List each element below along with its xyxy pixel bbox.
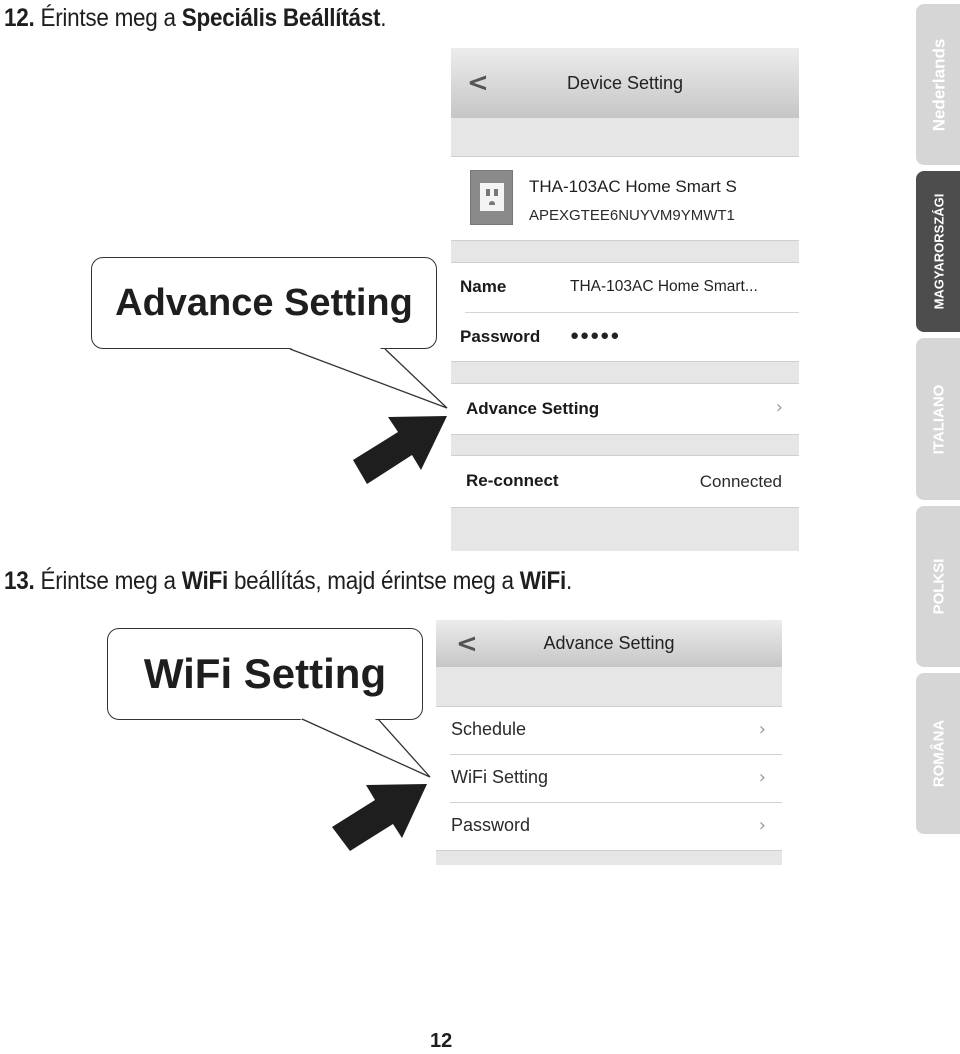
callout-text: WiFi Setting	[143, 650, 387, 697]
language-tab-magyarorszagi[interactable]: MAGYARORSZÁGI	[916, 171, 960, 332]
page-number: 12	[430, 1030, 453, 1052]
step-number: 12.	[4, 4, 35, 32]
step-text: Érintse meg a	[40, 4, 182, 32]
password-row[interactable]: Password ●●●●●	[451, 313, 799, 361]
advance-setting-callout: Advance Setting	[91, 257, 437, 349]
language-tab-label: POLKSI	[930, 558, 948, 615]
step-text: .	[380, 4, 387, 32]
power-outlet-icon	[470, 170, 513, 225]
section-spacer	[451, 240, 799, 263]
language-tab-label: ROMÂNA	[930, 719, 948, 788]
step-text: beállítás, majd érintse meg a	[227, 567, 520, 595]
chevron-right-icon: ›	[758, 815, 766, 836]
device-setting-screen: < Device Setting THA-103AC Home Smart S …	[451, 48, 799, 551]
name-value: THA-103AC Home Smart...	[570, 278, 758, 295]
advance-setting-screen: < Advance Setting Schedule › WiFi Settin…	[436, 620, 782, 865]
language-tab-label: ITALIANO	[930, 384, 948, 454]
schedule-row[interactable]: Schedule ›	[436, 707, 782, 755]
callout-text: Advance Setting	[115, 281, 413, 324]
chevron-right-icon: ›	[758, 767, 766, 788]
reconnect-label: Re-connect	[466, 471, 559, 490]
language-tab-romana[interactable]: ROMÂNA	[916, 673, 960, 834]
back-chevron-icon[interactable]: <	[467, 68, 489, 98]
screen-title: Advance Setting	[543, 633, 675, 653]
navigation-bar: < Advance Setting	[436, 620, 782, 667]
password-label: Password	[451, 815, 531, 835]
step-number: 13.	[4, 567, 35, 595]
wifi-setting-row[interactable]: WiFi Setting ›	[436, 755, 782, 803]
screen-title: Device Setting	[566, 72, 684, 93]
wifi-setting-callout: WiFi Setting	[107, 628, 423, 720]
arrow-pointer-icon	[353, 416, 447, 484]
password-row[interactable]: Password ›	[436, 803, 782, 851]
name-label: Name	[460, 277, 507, 296]
section-spacer	[451, 361, 799, 384]
chevron-right-icon: ›	[775, 397, 783, 418]
step-12-instruction: 12. Érintse meg a Speciális Beállítást.	[4, 4, 386, 33]
language-tab-polksi[interactable]: POLKSI	[916, 506, 960, 667]
step-13-instruction: 13. Érintse meg a WiFi beállítás, majd é…	[4, 567, 572, 596]
step-text-bold: WiFi	[519, 567, 566, 595]
reconnect-row[interactable]: Re-connect Connected	[451, 456, 799, 507]
arrow-pointer-icon	[332, 784, 427, 851]
password-label: Password	[460, 327, 541, 346]
language-tab-label: MAGYARORSZÁGI	[931, 193, 947, 310]
section-spacer	[451, 118, 799, 157]
section-spacer	[451, 507, 799, 551]
callout-tail	[300, 718, 431, 778]
language-tab-label: Nederlands	[929, 38, 948, 131]
device-info-row: THA-103AC Home Smart S APEXGTEE6NUYVM9YM…	[451, 157, 799, 240]
advance-setting-label: Advance Setting	[466, 399, 600, 418]
connection-status: Connected	[699, 472, 782, 491]
step-text-bold: Speciális Beállítást	[181, 4, 381, 32]
password-value: ●●●●●	[570, 327, 621, 344]
step-text-bold: WiFi	[181, 567, 228, 595]
advance-setting-row[interactable]: Advance Setting ›	[451, 384, 799, 434]
step-text: Érintse meg a	[40, 567, 182, 595]
device-id: APEXGTEE6NUYVM9YMWT1	[529, 207, 735, 224]
back-chevron-icon[interactable]: <	[456, 629, 478, 659]
schedule-label: Schedule	[451, 719, 527, 739]
step-text: .	[565, 567, 572, 595]
language-tab-italiano[interactable]: ITALIANO	[916, 338, 960, 500]
name-row[interactable]: Name THA-103AC Home Smart...	[451, 263, 799, 312]
section-spacer	[436, 850, 782, 865]
language-tab-nederlands[interactable]: Nederlands	[916, 4, 960, 165]
section-spacer	[451, 434, 799, 456]
callout-tail	[289, 348, 448, 409]
device-name: THA-103AC Home Smart S	[529, 177, 737, 196]
navigation-bar: < Device Setting	[451, 48, 799, 118]
section-spacer	[436, 667, 782, 707]
chevron-right-icon: ›	[758, 719, 766, 740]
wifi-setting-label: WiFi Setting	[451, 767, 549, 787]
